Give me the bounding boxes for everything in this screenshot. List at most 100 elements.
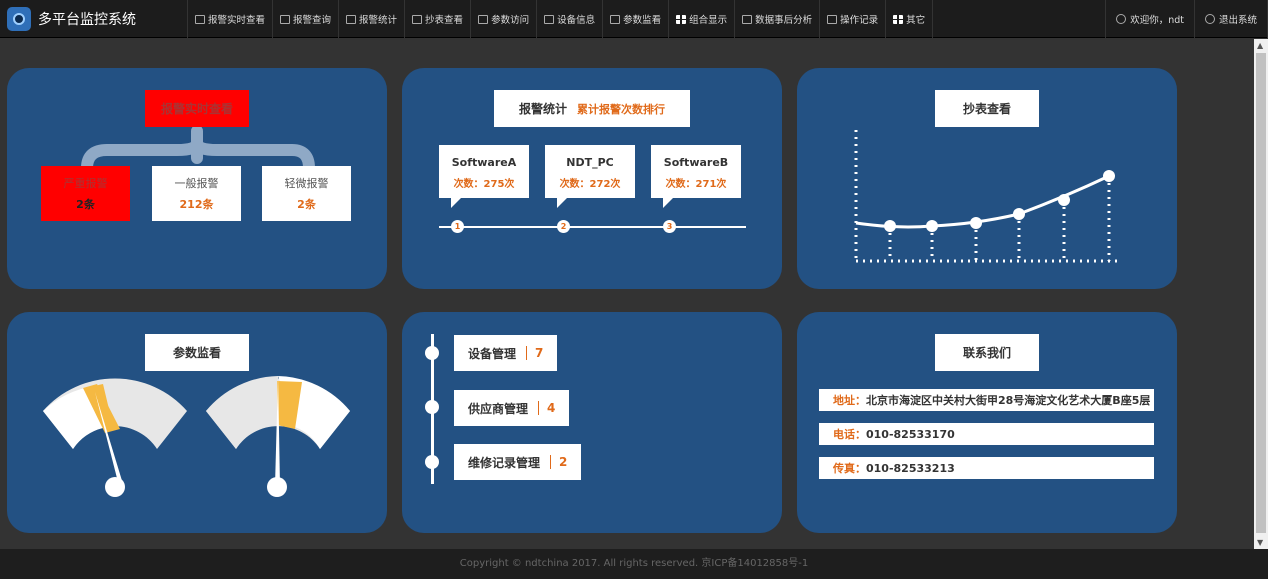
app-title: 多平台监控系统	[38, 12, 136, 28]
address-value: 北京市海淀区中关村大街甲28号海淀文化艺术大厦B座5层	[866, 394, 1151, 407]
user-nav: 欢迎你，ndt 退出系统	[1105, 0, 1268, 38]
rank-dot-3: 3	[663, 220, 676, 233]
contact-address: 地址： 北京市海淀区中关村大街甲28号海淀文化艺术大厦B座5层	[819, 389, 1154, 411]
separator	[538, 401, 540, 415]
contact-phone: 电话： 010-82533170	[819, 423, 1154, 445]
scrollbar-thumb[interactable]	[1256, 53, 1266, 533]
nav-item-label: 其它	[906, 15, 926, 26]
mgr-dot-1	[425, 346, 439, 360]
nav-item-8[interactable]: 数据事后分析	[734, 0, 819, 38]
main-nav: 报警实时查看 报警查询 报警统计 抄表查看 参数访问 设备信息 参数监看 组合显示 数据事后分析…	[187, 0, 934, 38]
welcome-user[interactable]: 欢迎你，ndt	[1105, 0, 1194, 38]
mgr-dot-3	[425, 455, 439, 469]
nav-item-6[interactable]: 参数监看	[602, 0, 668, 38]
nav-item-label: 组合显示	[689, 15, 728, 26]
minor-alarm-box[interactable]: 轻微报警 2条	[262, 166, 351, 221]
rank-3-count: 次数：271次	[665, 179, 727, 190]
scroll-up-arrow-icon[interactable]: ▲	[1257, 41, 1263, 50]
contact-card[interactable]: 联系我们 地址： 北京市海淀区中关村大街甲28号海淀文化艺术大厦B座5层 电话： 0…	[797, 312, 1177, 533]
nav-item-label: 操作记录	[840, 15, 879, 26]
mgr-dot-2	[425, 400, 439, 414]
chart-icon	[346, 14, 357, 24]
footer-copyright: Copyright © ndtchina 2017. All rights re…	[0, 549, 1268, 579]
repair-record-management-label: 维修记录管理	[468, 455, 541, 470]
nav-item-5[interactable]: 设备信息	[536, 0, 602, 38]
rank-bubble-2[interactable]: NDT_PC 次数：272次	[545, 145, 635, 208]
grid-icon	[676, 14, 687, 24]
severe-alarm-label: 严重报警	[63, 177, 108, 190]
param-monitor-card[interactable]: 参数监看	[7, 312, 387, 533]
vertical-scrollbar[interactable]: ▲ ▼	[1254, 39, 1268, 549]
severe-alarm-box[interactable]: 严重报警 2条	[41, 166, 130, 221]
grid-icon	[893, 14, 904, 24]
rank-bubble-3[interactable]: SoftwareB 次数：271次	[651, 145, 741, 208]
nav-item-label: 数据事后分析	[755, 15, 813, 26]
phone-key: 电话：	[833, 428, 866, 441]
repair-record-management-button[interactable]: 维修记录管理 2	[454, 444, 582, 480]
severe-alarm-count: 2条	[76, 198, 95, 211]
rank-1-name: SoftwareA	[451, 156, 517, 169]
nav-item-3[interactable]: 抄表查看	[404, 0, 470, 38]
nav-item-1[interactable]: 报警查询	[272, 0, 338, 38]
fax-value: 010-82533213	[866, 461, 955, 475]
dashboard: 报警实时查看 严重报警 2条 一般报警 212条 轻微报警 2条 报警统计 累计…	[0, 39, 1254, 549]
app-logo-icon	[7, 7, 31, 31]
nav-item-7[interactable]: 组合显示	[668, 0, 734, 38]
device-management-button[interactable]: 设备管理 7	[454, 335, 558, 371]
chart-icon	[742, 14, 753, 24]
management-card[interactable]: 设备管理 7 供应商管理 4 维修记录管理 2	[402, 312, 782, 533]
minor-alarm-count: 2条	[297, 198, 316, 211]
logout-label: 退出系统	[1218, 15, 1257, 26]
nav-item-label: 报警统计	[359, 15, 398, 26]
fax-key: 传真：	[833, 462, 866, 475]
gauge-right	[206, 375, 350, 497]
general-alarm-count: 212条	[179, 198, 214, 211]
nav-item-label: 参数访问	[491, 15, 530, 26]
device-management-count: 7	[535, 346, 544, 360]
supplier-management-count: 4	[547, 401, 556, 415]
rank-timeline	[439, 226, 746, 228]
contact-title: 联系我们	[935, 334, 1039, 371]
rank-bubble-1[interactable]: SoftwareA 次数：275次	[439, 145, 529, 208]
supplier-management-button[interactable]: 供应商管理 4	[454, 390, 570, 426]
alarm-stats-title: 报警统计 累计报警次数排行	[494, 90, 690, 127]
phone-value: 010-82533170	[866, 427, 955, 441]
logout-button[interactable]: 退出系统	[1193, 0, 1268, 38]
alarm-stats-title-text: 报警统计	[518, 102, 567, 116]
logout-icon	[1204, 14, 1215, 24]
alarm-realtime-card[interactable]: 报警实时查看 严重报警 2条 一般报警 212条 轻微报警 2条	[7, 68, 387, 289]
monitor-icon	[195, 14, 205, 24]
general-alarm-box[interactable]: 一般报警 212条	[152, 166, 241, 221]
nav-item-9[interactable]: 操作记录	[819, 0, 885, 38]
rank-dot-1: 1	[451, 220, 464, 233]
rank-dot-2: 2	[557, 220, 570, 233]
welcome-label: 欢迎你，ndt	[1130, 15, 1184, 26]
table-icon	[412, 14, 423, 24]
nav-item-10[interactable]: 其它	[885, 0, 934, 38]
alarm-realtime-title: 报警实时查看	[145, 90, 249, 127]
speaker-icon	[280, 14, 291, 24]
nav-item-label: 报警实时查看	[208, 15, 266, 26]
alarm-stats-card[interactable]: 报警统计 累计报警次数排行 SoftwareA 次数：275次 NDT_PC 次数：…	[402, 68, 782, 289]
scroll-down-arrow-icon[interactable]: ▼	[1257, 538, 1263, 547]
nav-item-4[interactable]: 参数访问	[470, 0, 536, 38]
user-icon	[1116, 14, 1127, 24]
meter-decorative-curve	[854, 130, 1117, 263]
nav-item-0[interactable]: 报警实时查看	[187, 0, 272, 38]
nav-item-label: 设备信息	[557, 15, 596, 26]
rank-2-name: NDT_PC	[566, 156, 614, 169]
meter-view-card[interactable]: 抄表查看	[797, 68, 1177, 289]
rank-2-count: 次数：272次	[559, 179, 621, 190]
nav-item-2[interactable]: 报警统计	[338, 0, 404, 38]
address-key: 地址：	[833, 394, 866, 407]
gauge-left	[43, 378, 187, 497]
list-icon	[478, 14, 489, 24]
contact-fax: 传真： 010-82533213	[819, 457, 1154, 479]
supplier-management-label: 供应商管理	[468, 401, 529, 416]
device-management-label: 设备管理	[468, 346, 517, 361]
nav-item-label: 参数监看	[623, 15, 662, 26]
alarm-stats-subtitle: 累计报警次数排行	[577, 102, 665, 116]
list-icon	[827, 14, 838, 24]
rank-3-name: SoftwareB	[663, 156, 729, 169]
nav-item-label: 报警查询	[293, 15, 332, 26]
